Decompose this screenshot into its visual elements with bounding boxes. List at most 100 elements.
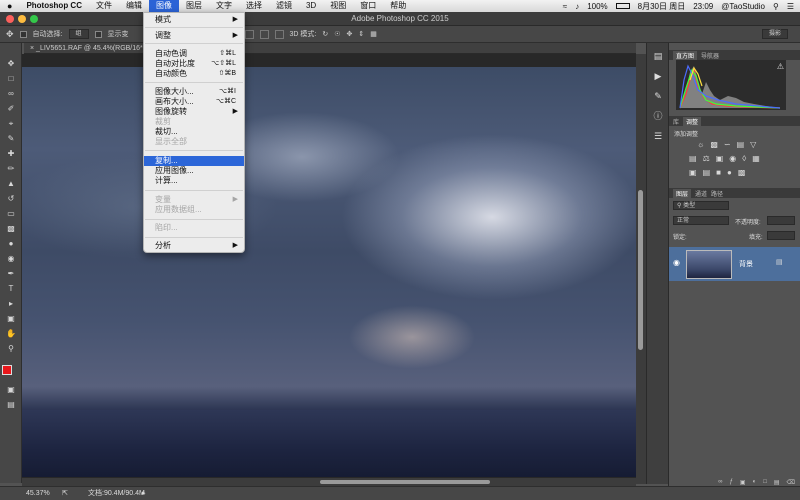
tab-libraries[interactable]: 库	[673, 117, 679, 126]
layer-style-icon[interactable]: ƒ	[730, 479, 733, 486]
3d-roll-icon[interactable]: ☉	[334, 30, 340, 38]
gradient-tool-icon[interactable]: ▩	[4, 224, 18, 233]
photo-filter-icon[interactable]: ◉	[729, 154, 736, 163]
menu-window[interactable]: 窗口	[353, 0, 383, 12]
menu-item-auto-color[interactable]: 自动颜色 ⇧⌘B	[144, 69, 244, 79]
menu-item-calculations[interactable]: 计算...	[144, 176, 244, 186]
menu-file[interactable]: 文件	[89, 0, 119, 12]
menu-filter[interactable]: 滤镜	[269, 0, 299, 12]
vibrance-icon[interactable]: ▽	[750, 140, 756, 149]
add-mask-icon[interactable]: ▣	[740, 479, 746, 486]
menu-view[interactable]: 视图	[323, 0, 353, 12]
menu-item-analysis[interactable]: 分析 ▶	[144, 241, 244, 251]
posterize-icon[interactable]: ▤	[703, 168, 711, 177]
menu-item-canvas-size[interactable]: 画布大小... ⌥⌘C	[144, 97, 244, 107]
invert-icon[interactable]: ▣	[689, 168, 697, 177]
horizontal-scroll-thumb[interactable]	[320, 480, 490, 484]
move-tool-icon[interactable]: ✥	[4, 59, 18, 68]
auto-align-icon[interactable]	[274, 29, 284, 39]
brush-tool-icon[interactable]: ✏	[4, 164, 18, 173]
tab-histogram[interactable]: 直方图	[673, 50, 698, 60]
zoom-level[interactable]: 45.37%	[26, 487, 50, 500]
properties-panel-icon[interactable]: ☰	[652, 131, 664, 142]
quick-select-tool-icon[interactable]: ✐	[4, 104, 18, 113]
link-layers-icon[interactable]: ∞	[718, 479, 722, 486]
share-icon[interactable]: ⇱	[62, 487, 68, 500]
fill-field[interactable]	[767, 231, 795, 240]
menu-3d[interactable]: 3D	[299, 0, 323, 12]
3d-scale-icon[interactable]: ▦	[370, 30, 377, 38]
menu-item-apply-image[interactable]: 应用图像...	[144, 166, 244, 176]
crop-tool-icon[interactable]: ⌖	[4, 119, 18, 128]
delete-layer-icon[interactable]: ⌫	[787, 479, 795, 486]
actions-panel-icon[interactable]: ▶	[652, 71, 664, 82]
layer-filter-dropdown[interactable]: ⚲ 类型	[673, 201, 729, 210]
threshold-icon[interactable]: ■	[716, 168, 721, 177]
menu-select[interactable]: 选择	[239, 0, 269, 12]
dodge-tool-icon[interactable]: ◉	[4, 254, 18, 263]
menu-item-adjustments[interactable]: 调整 ▶	[144, 31, 244, 41]
move-tool-preset-icon[interactable]: ✥	[6, 29, 14, 40]
date-label[interactable]: 8月30日 周日	[638, 1, 686, 12]
channel-mixer-icon[interactable]: ◊	[742, 154, 746, 163]
3d-slide-icon[interactable]: ⇕	[358, 30, 364, 38]
apple-icon[interactable]: ●	[0, 0, 19, 12]
blur-tool-icon[interactable]: ●	[4, 239, 18, 248]
tab-adjustments[interactable]: 调整	[683, 116, 702, 126]
battery-percent[interactable]: 100%	[587, 2, 607, 11]
rectangle-tool-icon[interactable]: ▣	[4, 314, 18, 323]
color-balance-icon[interactable]: ⚖	[703, 154, 710, 163]
exposure-icon[interactable]: ▤	[737, 140, 745, 149]
menu-item-auto-contrast[interactable]: 自动对比度 ⌥⇧⌘L	[144, 59, 244, 69]
minimize-window-button[interactable]	[18, 15, 26, 23]
screen-mode-icon[interactable]: ▤	[4, 400, 18, 409]
info-panel-icon[interactable]: ⓘ	[652, 111, 664, 122]
adjustment-layer-icon[interactable]: ◐	[753, 479, 757, 486]
lasso-tool-icon[interactable]: ∞	[4, 89, 18, 98]
gradient-map-icon[interactable]: ▩	[738, 168, 746, 177]
healing-brush-tool-icon[interactable]: ✚	[4, 149, 18, 158]
history-brush-tool-icon[interactable]: ↺	[4, 194, 18, 203]
zoom-tool-icon[interactable]: ⚲	[4, 344, 18, 353]
3d-rotate-icon[interactable]: ↻	[322, 30, 328, 38]
blend-mode-dropdown[interactable]: 正常	[673, 216, 729, 225]
brush-panel-icon[interactable]: ✎	[652, 91, 664, 102]
black-white-icon[interactable]: ▣	[716, 154, 724, 163]
clone-stamp-tool-icon[interactable]: ▲	[4, 179, 18, 188]
show-transform-checkbox[interactable]	[94, 30, 102, 38]
history-panel-icon[interactable]: ▤	[652, 51, 664, 62]
eraser-tool-icon[interactable]: ▭	[4, 209, 18, 218]
auto-select-checkbox[interactable]	[19, 30, 27, 38]
layer-name[interactable]: 背景	[739, 259, 753, 269]
menu-item-auto-tone[interactable]: 自动色调 ⇧⌘L	[144, 49, 244, 59]
foreground-color-swatch[interactable]	[2, 365, 12, 375]
histogram-warning-icon[interactable]: ⚠	[777, 62, 784, 71]
volume-icon[interactable]: ♪	[575, 2, 579, 11]
quick-mask-icon[interactable]: ▣	[4, 385, 18, 394]
layer-visibility-eye-icon[interactable]: ◉	[673, 258, 680, 267]
menu-edit[interactable]: 编辑	[119, 0, 149, 12]
auto-select-dropdown[interactable]: 组	[68, 29, 89, 39]
user-label[interactable]: @TaoStudio	[721, 2, 765, 11]
search-icon[interactable]: ⚲	[773, 2, 779, 11]
menu-layer[interactable]: 图层	[179, 0, 209, 12]
marquee-tool-icon[interactable]: □	[4, 74, 18, 83]
wifi-icon[interactable]: ≈	[563, 2, 567, 11]
color-lookup-icon[interactable]: ▦	[752, 154, 760, 163]
brightness-icon[interactable]: ☼	[697, 140, 704, 149]
pen-tool-icon[interactable]: ✒	[4, 269, 18, 278]
menu-item-image-rotation[interactable]: 图像旋转 ▶	[144, 107, 244, 117]
clock-label[interactable]: 23:09	[693, 2, 713, 11]
notification-icon[interactable]: ☰	[787, 2, 794, 11]
hand-tool-icon[interactable]: ✋	[4, 329, 18, 338]
zoom-window-button[interactable]	[30, 15, 38, 23]
curves-icon[interactable]: ∽	[724, 140, 731, 149]
3d-pan-icon[interactable]: ✥	[347, 30, 353, 38]
menu-item-trim[interactable]: 裁切...	[144, 127, 244, 137]
hue-saturation-icon[interactable]: ▤	[689, 154, 697, 163]
menu-type[interactable]: 文字	[209, 0, 239, 12]
menu-item-duplicate[interactable]: 复制...	[144, 156, 244, 166]
menu-image[interactable]: 图像	[148, 0, 179, 12]
distribute-icon[interactable]	[244, 29, 254, 39]
menu-photoshop[interactable]: Photoshop CC	[19, 0, 89, 12]
